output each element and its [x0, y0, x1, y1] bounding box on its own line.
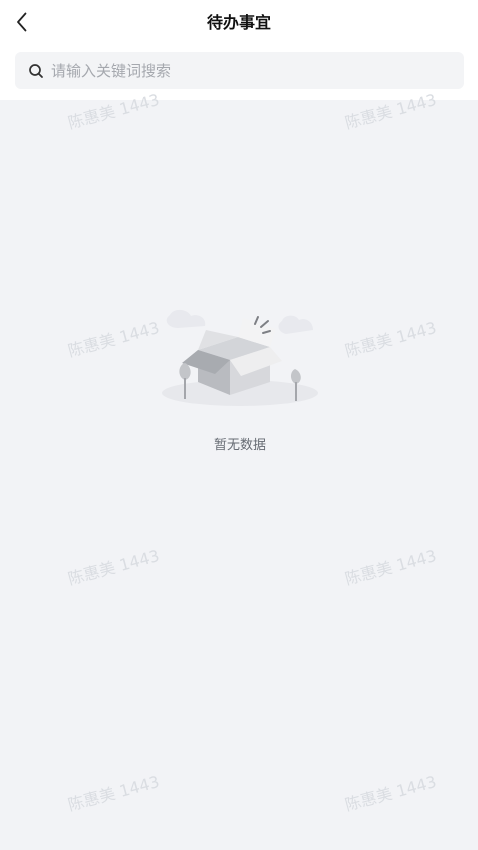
search-icon	[29, 64, 43, 78]
watermark-text: 陈惠美 1443	[342, 771, 439, 815]
empty-box-icon	[162, 309, 318, 406]
watermark-text: 陈惠美 1443	[65, 545, 162, 589]
top-navigation-bar: 待办事宜	[0, 0, 478, 46]
empty-state-text: 暂无数据	[213, 438, 266, 453]
watermark-text: 陈惠美 1443	[65, 771, 162, 815]
todo-screen: 待办事宜 陈惠美 1443 陈惠美 1443 陈惠美 1443 陈惠美 1443…	[0, 0, 478, 850]
search-input[interactable]	[51, 52, 451, 89]
watermark-text: 陈惠美 1443	[342, 317, 439, 361]
page-title: 待办事宜	[206, 13, 271, 32]
empty-state: 暂无数据	[150, 300, 330, 470]
watermark-text: 陈惠美 1443	[342, 545, 439, 589]
search-box[interactable]	[15, 52, 464, 89]
